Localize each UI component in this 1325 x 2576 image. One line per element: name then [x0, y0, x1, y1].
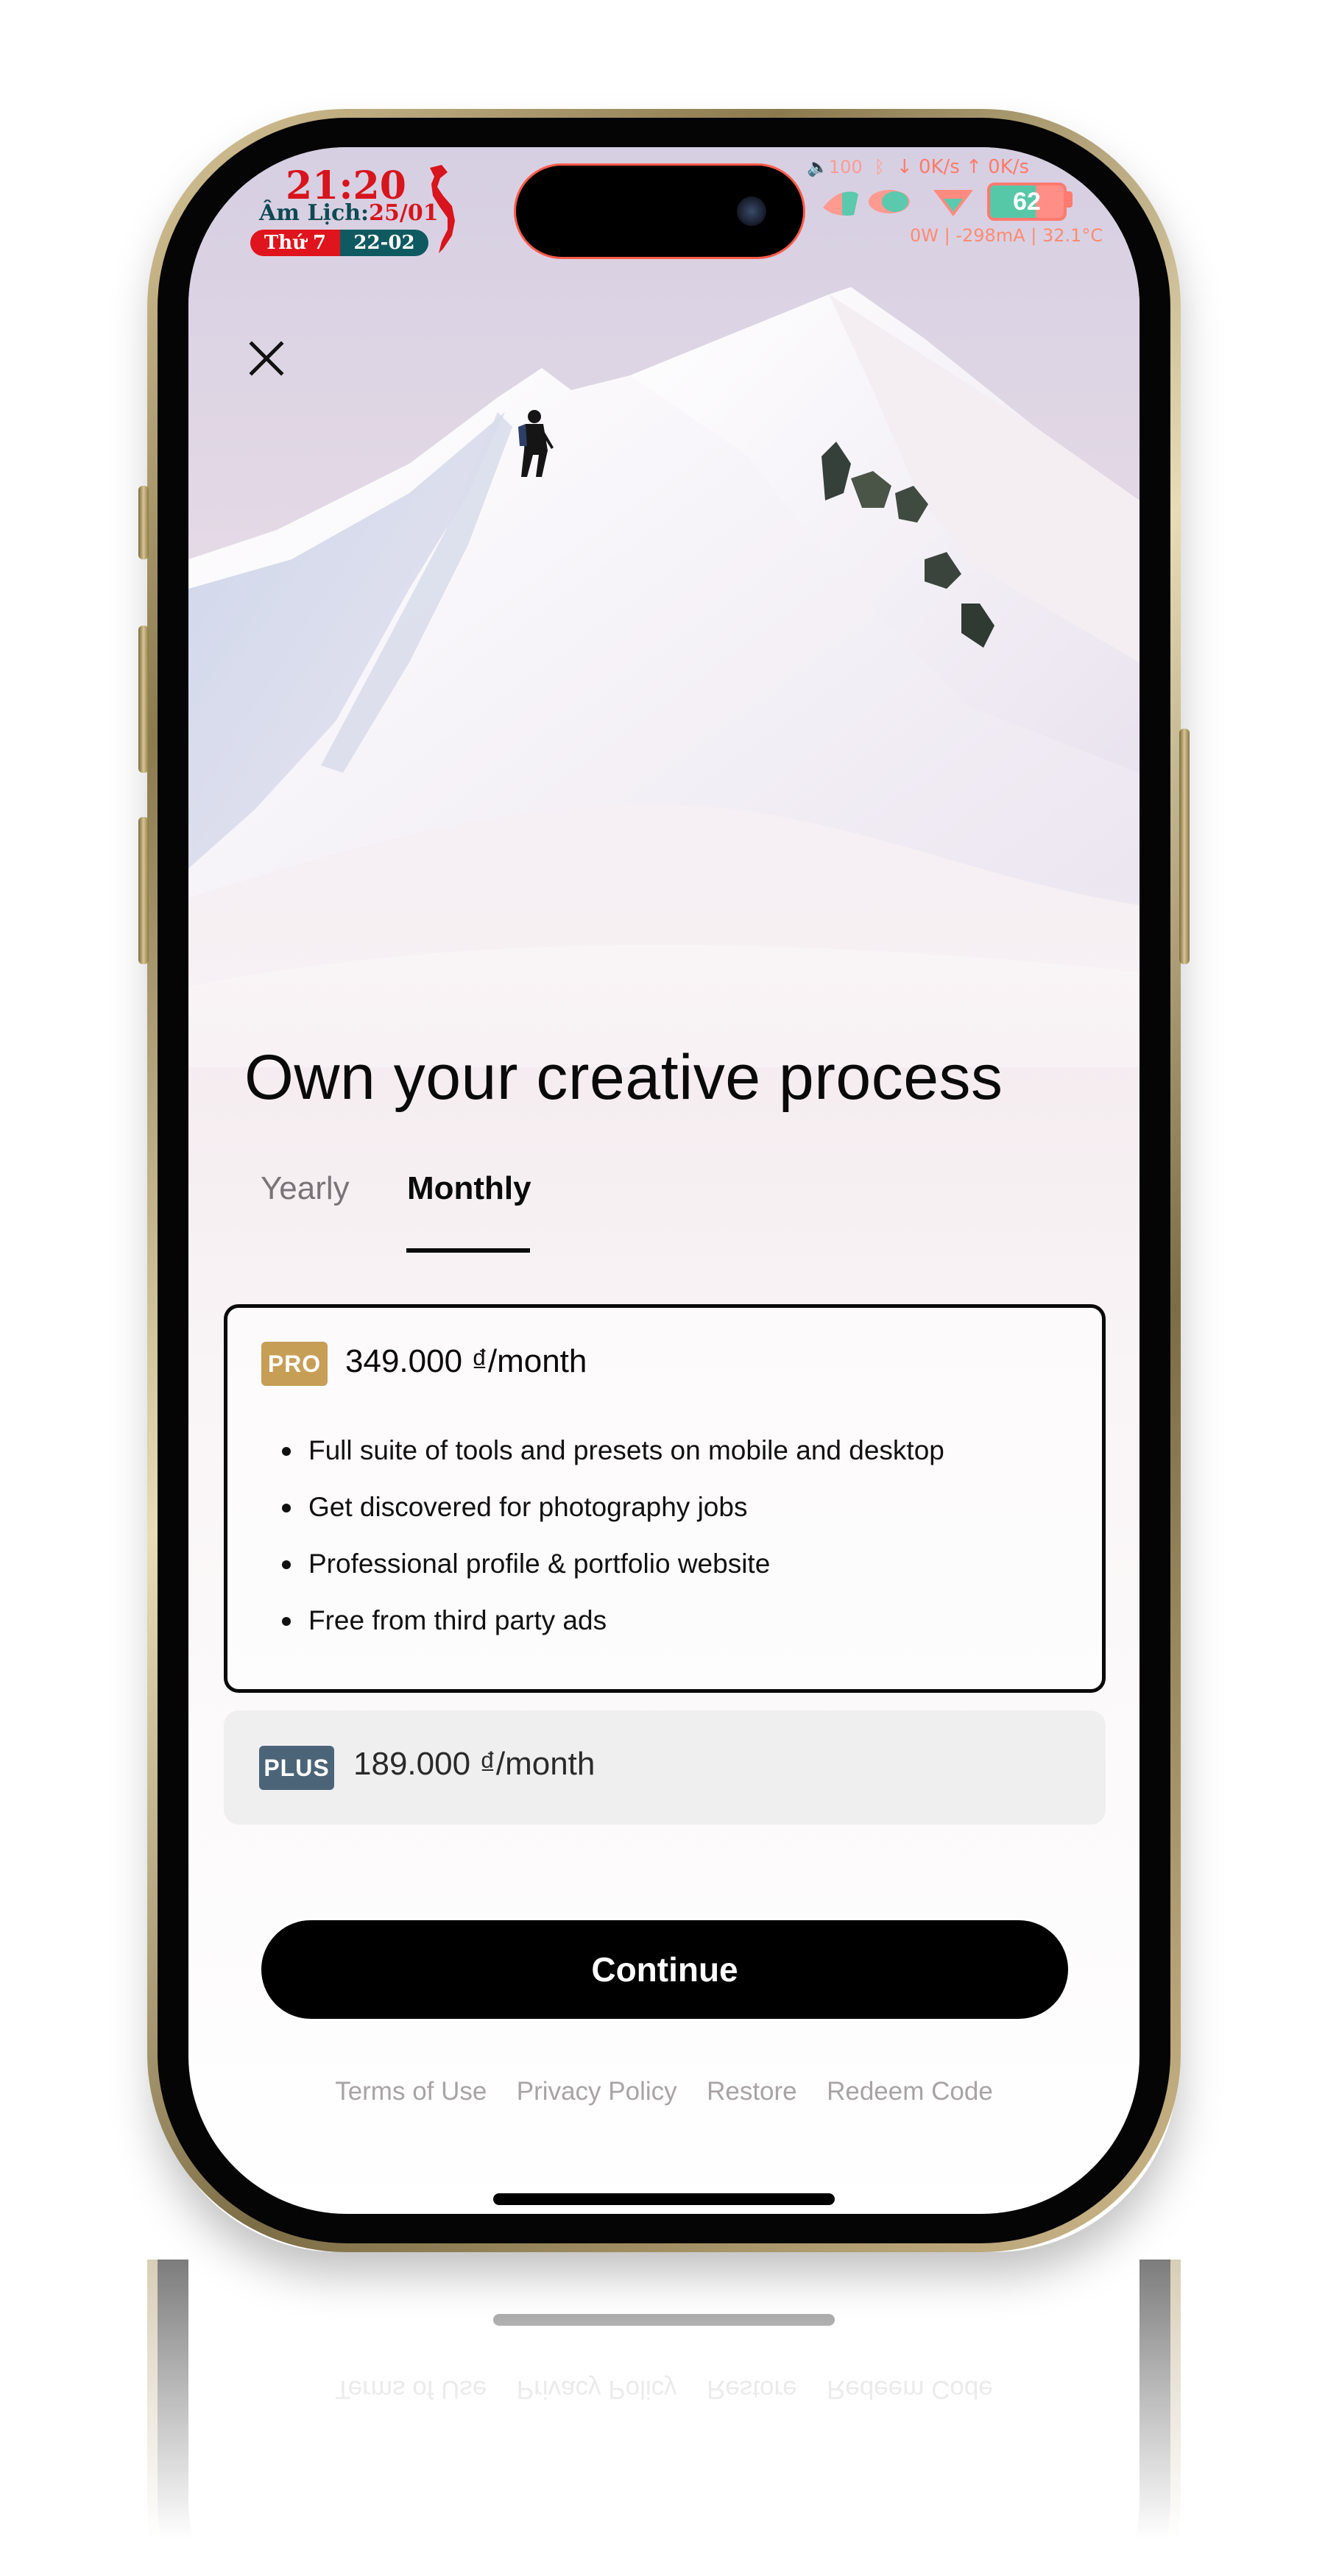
hero-mountain-image — [188, 147, 1140, 1067]
status-solar-date: 22-02 — [340, 230, 428, 256]
status-lunar-date: Âm Lịch:25/01 — [259, 200, 439, 226]
wifi-icon — [933, 190, 973, 216]
tab-yearly[interactable]: Yearly — [261, 1170, 350, 1207]
feature-item: Get discovered for photography jobs — [279, 1490, 944, 1546]
volume-icon: 🔈 — [807, 157, 829, 177]
feature-item: Full suite of tools and presets on mobil… — [279, 1433, 944, 1490]
battery-icon: 62 — [987, 183, 1067, 221]
reflection-link: Restore — [707, 2375, 797, 2404]
volume-down-button — [138, 817, 149, 964]
close-icon[interactable] — [244, 336, 289, 381]
feature-item: Professional profile & portfolio website — [279, 1546, 944, 1603]
status-volume: 100 — [828, 157, 863, 177]
terms-of-use-link[interactable]: Terms of Use — [335, 2077, 487, 2106]
plus-price: 189.000 ₫/month — [353, 1746, 596, 1782]
pro-feature-list: Full suite of tools and presets on mobil… — [279, 1433, 944, 1660]
page-title: Own your creative process — [244, 1042, 1003, 1113]
feature-item: Free from third party ads — [279, 1603, 944, 1660]
cellular-icon — [869, 190, 910, 213]
volume-up-button — [138, 626, 149, 773]
pro-price: 349.000 ₫/month — [345, 1343, 587, 1379]
status-network: 🔈100 ᛒ ↓ 0K/s ↑ 0K/s — [807, 156, 1029, 178]
signal-icon — [823, 191, 858, 216]
status-lunar-label: Âm Lịch: — [259, 200, 370, 226]
plan-card-plus[interactable]: PLUS 189.000 ₫/month — [224, 1710, 1106, 1825]
tab-active-indicator — [406, 1248, 530, 1253]
privacy-policy-link[interactable]: Privacy Policy — [517, 2077, 677, 2106]
pro-badge: PRO — [261, 1342, 328, 1386]
tab-monthly[interactable]: Monthly — [407, 1170, 531, 1207]
home-indicator[interactable] — [493, 2193, 835, 2205]
action-button — [138, 486, 149, 559]
plan-card-pro[interactable]: PRO 349.000 ₫/month Full suite of tools … — [224, 1304, 1106, 1693]
reflection-link: Redeem Code — [827, 2375, 993, 2404]
vietnam-map-icon — [430, 165, 455, 253]
plus-badge: PLUS — [259, 1746, 334, 1790]
status-upload-speed: ↑ 0K/s — [966, 156, 1030, 178]
phone-reflection: Terms of Use Privacy Policy Restore Rede… — [147, 2260, 1181, 2539]
screen: 21:20 Âm Lịch:25/01 Thứ 7 22-02 🔈100 ᛒ ↓… — [188, 147, 1140, 2214]
status-weekday: Thứ 7 — [250, 230, 340, 256]
restore-link[interactable]: Restore — [707, 2077, 797, 2106]
battery-nub — [1067, 191, 1073, 208]
status-power-info: 0W | -298mA | 32.1°C — [910, 225, 1103, 246]
dynamic-island — [516, 166, 803, 257]
footer-links: Terms of Use Privacy Policy Restore Rede… — [188, 2077, 1140, 2106]
continue-button[interactable]: Continue — [259, 1918, 1070, 2021]
reflection-link: Privacy Policy — [516, 2375, 677, 2404]
bluetooth-icon: ᛒ — [868, 157, 891, 177]
camera-icon — [737, 197, 766, 226]
power-button — [1179, 729, 1190, 964]
redeem-code-link[interactable]: Redeem Code — [827, 2077, 993, 2106]
reflection-link: Terms of Use — [335, 2375, 487, 2404]
reflection-footer-links: Terms of Use Privacy Policy Restore Rede… — [147, 2374, 1181, 2404]
reflection-home-indicator — [493, 2314, 835, 2326]
status-download-speed: ↓ 0K/s — [896, 156, 960, 178]
